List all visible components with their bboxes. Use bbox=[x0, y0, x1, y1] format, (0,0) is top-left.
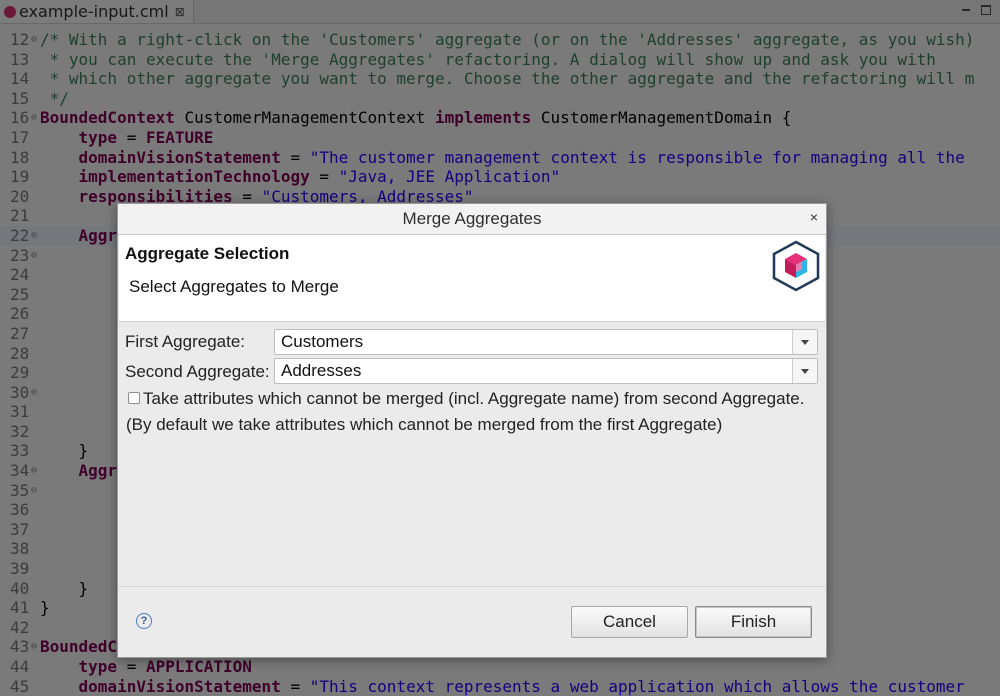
default-behavior-note: (By default we take attributes which can… bbox=[126, 415, 723, 434]
cancel-button[interactable]: Cancel bbox=[571, 606, 688, 638]
context-mapper-logo-icon bbox=[772, 240, 820, 292]
help-icon[interactable]: ? bbox=[136, 613, 152, 629]
wizard-page-title: Aggregate Selection bbox=[125, 244, 290, 263]
second-aggregate-label: Second Aggregate: bbox=[125, 362, 270, 381]
second-aggregate-select[interactable]: Addresses bbox=[274, 358, 818, 384]
dialog-titlebar: Merge Aggregates × bbox=[118, 204, 826, 235]
wizard-page-message: Select Aggregates to Merge bbox=[129, 277, 339, 296]
take-second-attributes-label[interactable]: Take attributes which cannot be merged (… bbox=[143, 389, 805, 409]
chevron-down-icon[interactable] bbox=[792, 330, 817, 354]
first-aggregate-select[interactable]: Customers bbox=[274, 329, 818, 355]
footer-separator bbox=[118, 586, 826, 587]
chevron-down-icon[interactable] bbox=[792, 359, 817, 383]
merge-aggregates-dialog: Merge Aggregates × Aggregate Selection S… bbox=[117, 203, 827, 658]
dialog-close-icon[interactable]: × bbox=[810, 209, 818, 225]
second-aggregate-value: Addresses bbox=[281, 361, 362, 380]
first-aggregate-value: Customers bbox=[281, 332, 364, 351]
first-aggregate-label: First Aggregate: bbox=[125, 332, 246, 351]
dialog-title: Merge Aggregates bbox=[402, 209, 542, 228]
take-second-attributes-checkbox[interactable] bbox=[128, 392, 140, 404]
finish-button[interactable]: Finish bbox=[695, 606, 812, 638]
wizard-header: Aggregate Selection Select Aggregates to… bbox=[119, 235, 825, 322]
